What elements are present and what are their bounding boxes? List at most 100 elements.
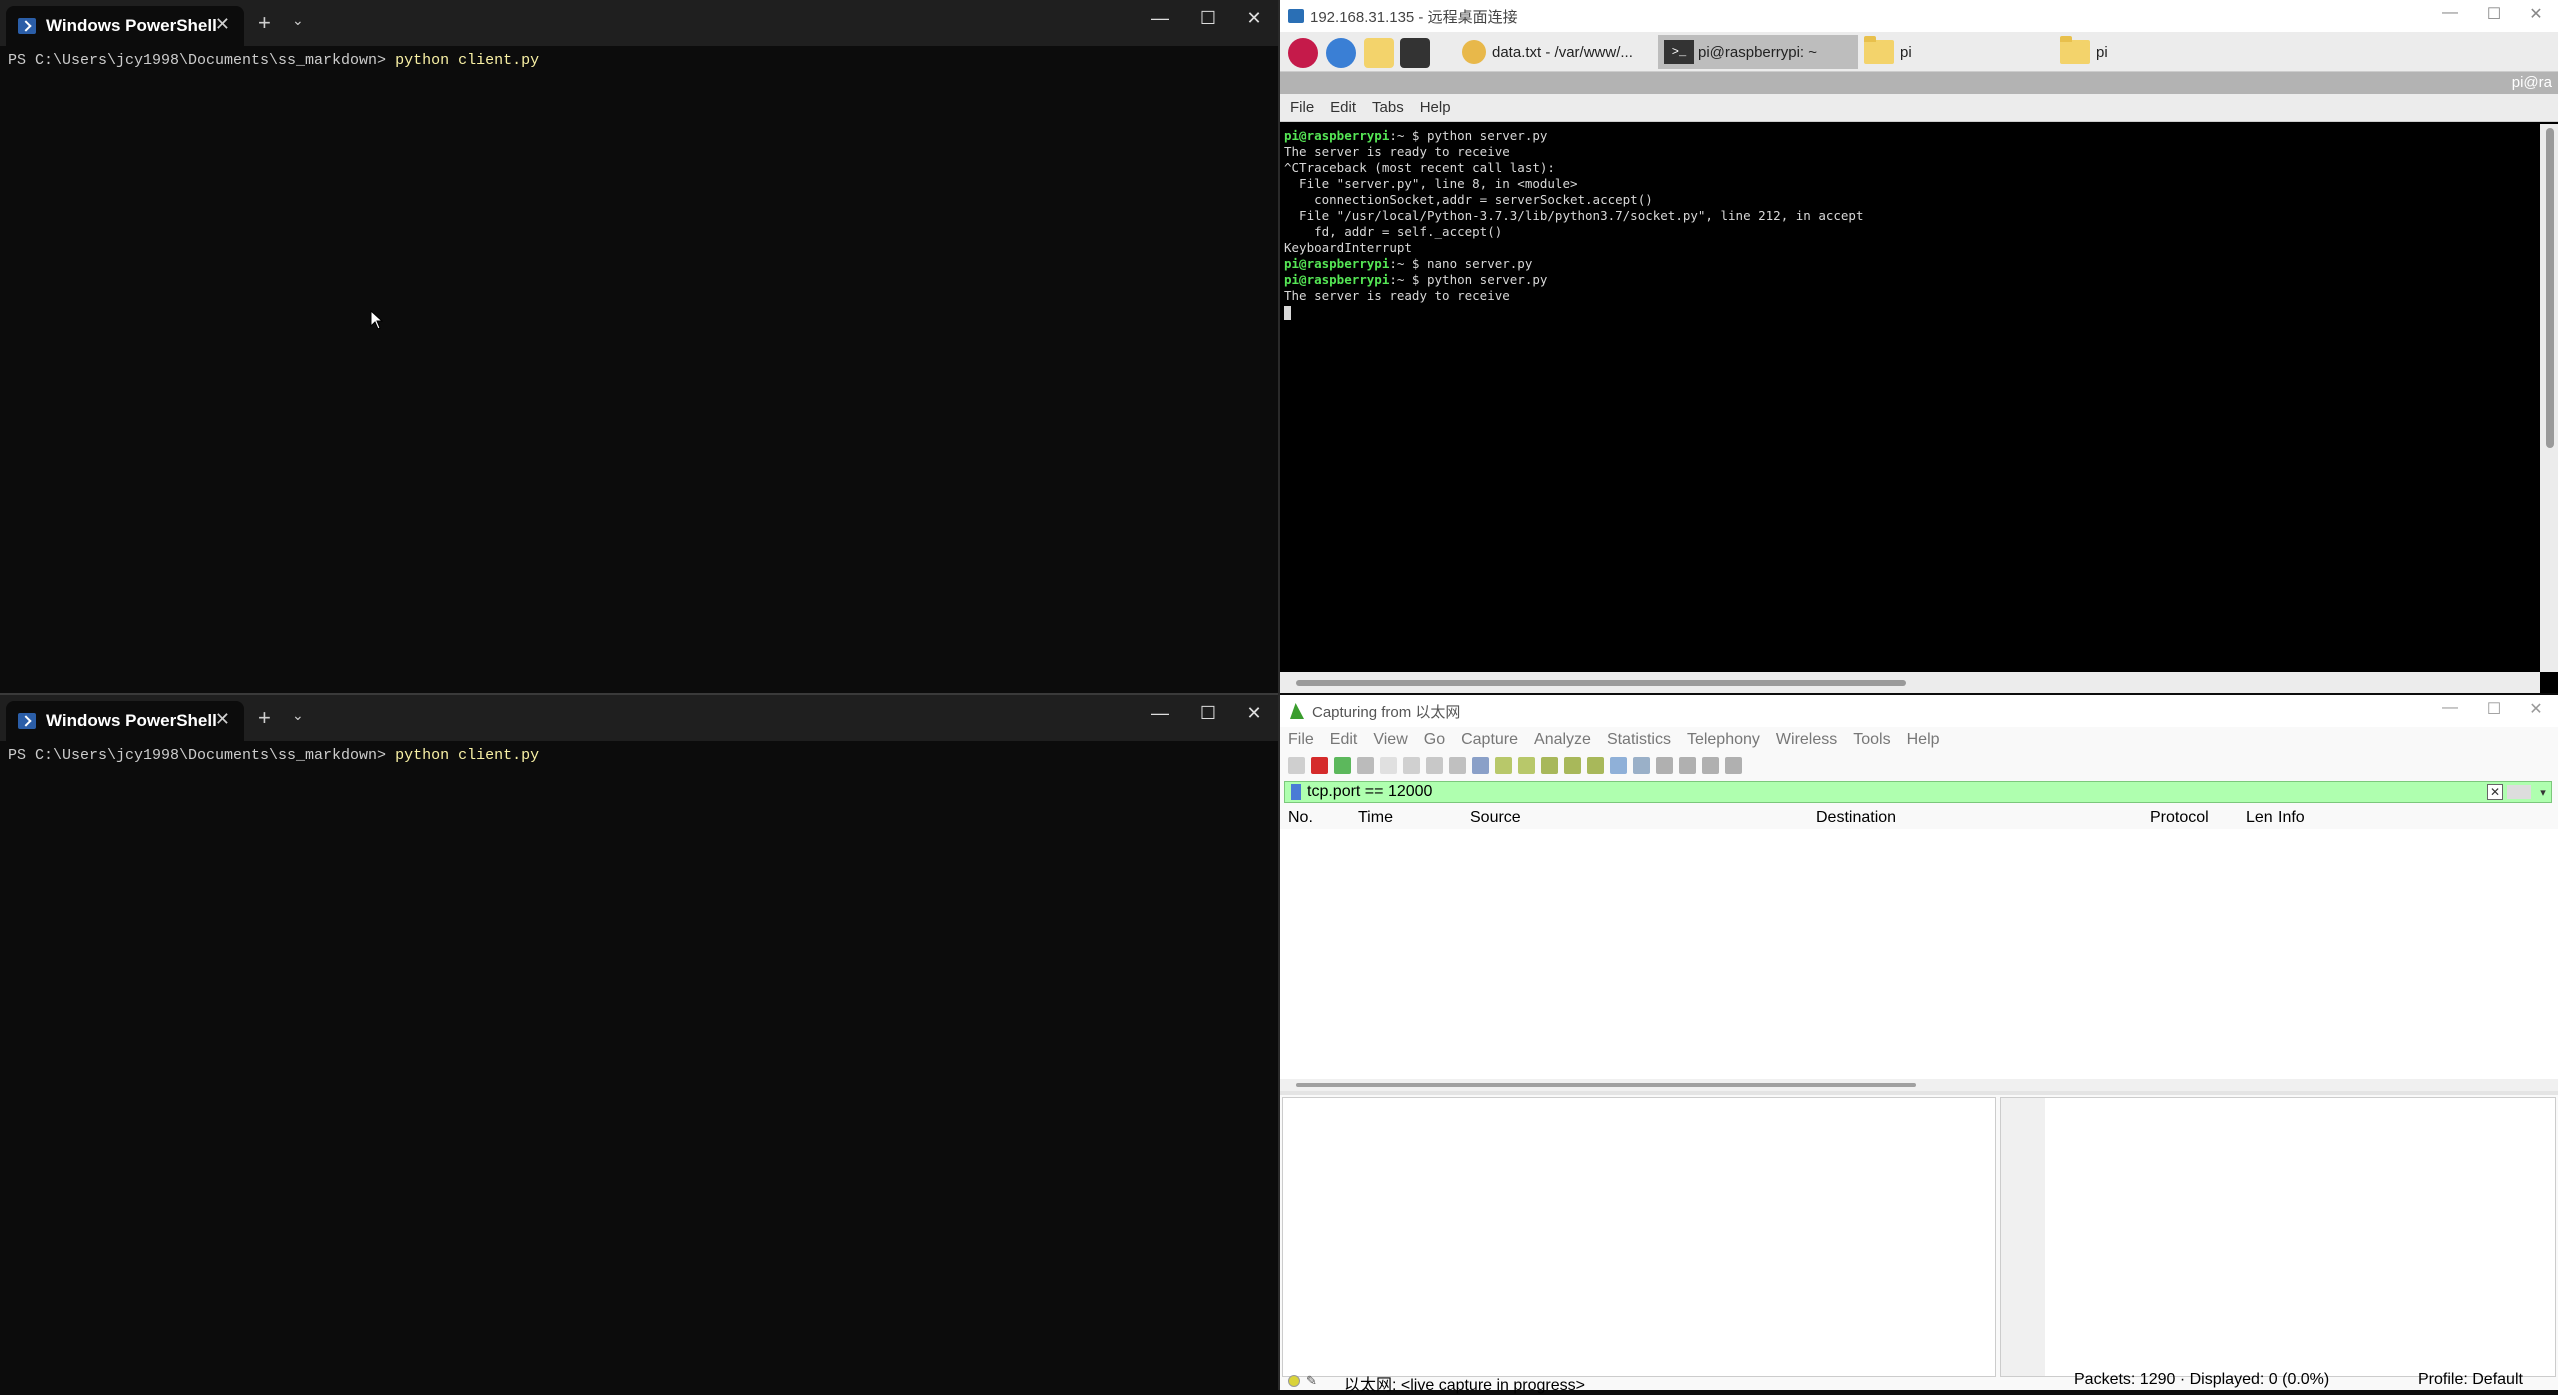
menu-analyze[interactable]: Analyze	[1534, 731, 1591, 749]
save-file-icon[interactable]	[1403, 756, 1420, 774]
scroll-thumb[interactable]	[1296, 680, 1906, 686]
powershell-titlebar[interactable]: Windows PowerShell ✕ + ⌄ — ☐ ✕	[0, 0, 1278, 46]
file-manager-icon[interactable]	[1364, 38, 1394, 68]
close-button[interactable]: ✕	[2516, 699, 2556, 719]
menu-tools[interactable]: Tools	[1853, 731, 1890, 749]
apply-filter-button[interactable]	[2507, 785, 2531, 799]
open-file-icon[interactable]	[1380, 756, 1397, 774]
minimize-button[interactable]: —	[1140, 8, 1180, 29]
go-to-packet-icon[interactable]	[1541, 756, 1558, 774]
zoom-in-icon[interactable]	[1656, 756, 1673, 774]
chevron-down-icon[interactable]: ▾	[2535, 786, 2551, 799]
horizontal-scrollbar[interactable]	[1280, 1079, 2558, 1091]
powershell-tab[interactable]: Windows PowerShell ✕	[6, 701, 244, 741]
terminal-icon[interactable]	[1400, 38, 1430, 68]
new-tab-button[interactable]: +	[258, 705, 271, 731]
restart-capture-icon[interactable]	[1334, 756, 1351, 774]
bookmark-icon[interactable]	[1291, 784, 1301, 800]
column-protocol[interactable]: Protocol	[2150, 809, 2209, 827]
column-time[interactable]: Time	[1358, 809, 1393, 827]
menu-wireless[interactable]: Wireless	[1776, 731, 1837, 749]
menu-tabs[interactable]: Tabs	[1372, 99, 1404, 116]
vertical-scrollbar[interactable]	[2540, 124, 2558, 672]
colorize-icon[interactable]	[1633, 756, 1650, 774]
powershell-window-bottom[interactable]: Windows PowerShell ✕ + ⌄ — ☐ ✕ PS C:\Use…	[0, 695, 1278, 1390]
maximize-button[interactable]: ☐	[2474, 4, 2514, 24]
remote-desktop-window[interactable]: 192.168.31.135 - 远程桌面连接 — ☐ ✕ data.txt -…	[1280, 0, 2558, 693]
menu-statistics[interactable]: Statistics	[1607, 731, 1671, 749]
powershell-titlebar[interactable]: Windows PowerShell ✕ + ⌄ — ☐ ✕	[0, 695, 1278, 741]
pi-terminal-output[interactable]: pi@raspberrypi:~ $ python server.py The …	[1280, 124, 2540, 672]
resize-columns-icon[interactable]	[1725, 756, 1742, 774]
status-profile[interactable]: Profile: Default	[2418, 1371, 2523, 1389]
rdp-titlebar[interactable]: 192.168.31.135 - 远程桌面连接 — ☐ ✕	[1280, 0, 2558, 32]
zoom-out-icon[interactable]	[1679, 756, 1696, 774]
taskbar-item-folder[interactable]: pi	[1858, 35, 2048, 69]
zoom-reset-icon[interactable]	[1702, 756, 1719, 774]
go-back-icon[interactable]	[1495, 756, 1512, 774]
minimize-button[interactable]: —	[2430, 4, 2470, 22]
close-file-icon[interactable]	[1426, 756, 1443, 774]
find-packet-icon[interactable]	[1472, 756, 1489, 774]
powershell-window-top[interactable]: Windows PowerShell ✕ + ⌄ — ☐ ✕ PS C:\Use…	[0, 0, 1278, 693]
display-filter-input[interactable]: tcp.port == 12000	[1307, 783, 2487, 801]
autoscroll-icon[interactable]	[1610, 756, 1627, 774]
capture-comment-icon[interactable]: ✎	[1306, 1373, 1317, 1389]
column-source[interactable]: Source	[1470, 809, 1521, 827]
menu-edit[interactable]: Edit	[1330, 99, 1356, 116]
packet-details-pane[interactable]	[1282, 1097, 1996, 1377]
powershell-tab[interactable]: Windows PowerShell ✕	[6, 6, 244, 46]
chevron-down-icon[interactable]: ⌄	[292, 707, 304, 724]
terminal-output[interactable]: PS C:\Users\jcy1998\Documents\ss_markdow…	[0, 46, 1278, 75]
packet-list[interactable]	[1280, 829, 2558, 1079]
chevron-down-icon[interactable]: ⌄	[292, 12, 304, 29]
wireshark-titlebar[interactable]: Capturing from 以太网 — ☐ ✕	[1280, 695, 2558, 727]
close-button[interactable]: ✕	[1234, 8, 1274, 29]
raspberry-menu-icon[interactable]	[1288, 38, 1318, 68]
menu-file[interactable]: File	[1288, 731, 1314, 749]
close-tab-icon[interactable]: ✕	[215, 709, 230, 730]
stop-capture-icon[interactable]	[1311, 756, 1328, 774]
lxterminal-titlebar[interactable]: pi@ra	[1280, 72, 2558, 94]
last-packet-icon[interactable]	[1587, 756, 1604, 774]
column-info[interactable]: Info	[2278, 809, 2305, 827]
close-button[interactable]: ✕	[2516, 4, 2556, 24]
wireshark-window[interactable]: Capturing from 以太网 — ☐ ✕ File Edit View …	[1280, 695, 2558, 1394]
column-no[interactable]: No.	[1288, 809, 1313, 827]
clear-filter-icon[interactable]: ✕	[2487, 784, 2503, 800]
display-filter-bar[interactable]: tcp.port == 12000 ✕ ▾	[1284, 781, 2552, 803]
close-button[interactable]: ✕	[1234, 703, 1274, 724]
go-forward-icon[interactable]	[1518, 756, 1535, 774]
menu-edit[interactable]: Edit	[1330, 731, 1358, 749]
terminal-output[interactable]: PS C:\Users\jcy1998\Documents\ss_markdow…	[0, 741, 1278, 770]
expert-info-icon[interactable]	[1288, 1375, 1300, 1387]
column-destination[interactable]: Destination	[1816, 809, 1896, 827]
scroll-thumb[interactable]	[2546, 128, 2554, 448]
packet-bytes-pane[interactable]	[2000, 1097, 2556, 1377]
maximize-button[interactable]: ☐	[1188, 703, 1228, 724]
maximize-button[interactable]: ☐	[1188, 8, 1228, 29]
horizontal-scrollbar[interactable]	[1280, 672, 2540, 693]
maximize-button[interactable]: ☐	[2474, 699, 2514, 719]
browser-globe-icon[interactable]	[1326, 38, 1356, 68]
taskbar-item-folder[interactable]: pi	[2054, 35, 2244, 69]
scroll-thumb[interactable]	[1296, 1083, 1916, 1087]
menu-view[interactable]: View	[1373, 731, 1407, 749]
minimize-button[interactable]: —	[1140, 703, 1180, 724]
pane-splitter[interactable]	[1280, 1091, 2558, 1095]
taskbar-item-editor[interactable]: data.txt - /var/www/...	[1456, 35, 1656, 69]
close-tab-icon[interactable]: ✕	[215, 14, 230, 35]
taskbar-item-terminal[interactable]: >_ pi@raspberrypi: ~	[1658, 35, 1858, 69]
start-capture-icon[interactable]	[1288, 756, 1305, 774]
column-length[interactable]: Len	[2246, 809, 2273, 827]
menu-help[interactable]: Help	[1907, 731, 1940, 749]
minimize-button[interactable]: —	[2430, 699, 2470, 717]
menu-help[interactable]: Help	[1420, 99, 1451, 116]
menu-capture[interactable]: Capture	[1461, 731, 1518, 749]
reload-icon[interactable]	[1449, 756, 1466, 774]
menu-go[interactable]: Go	[1424, 731, 1445, 749]
menu-file[interactable]: File	[1290, 99, 1314, 116]
menu-telephony[interactable]: Telephony	[1687, 731, 1760, 749]
new-tab-button[interactable]: +	[258, 10, 271, 36]
first-packet-icon[interactable]	[1564, 756, 1581, 774]
